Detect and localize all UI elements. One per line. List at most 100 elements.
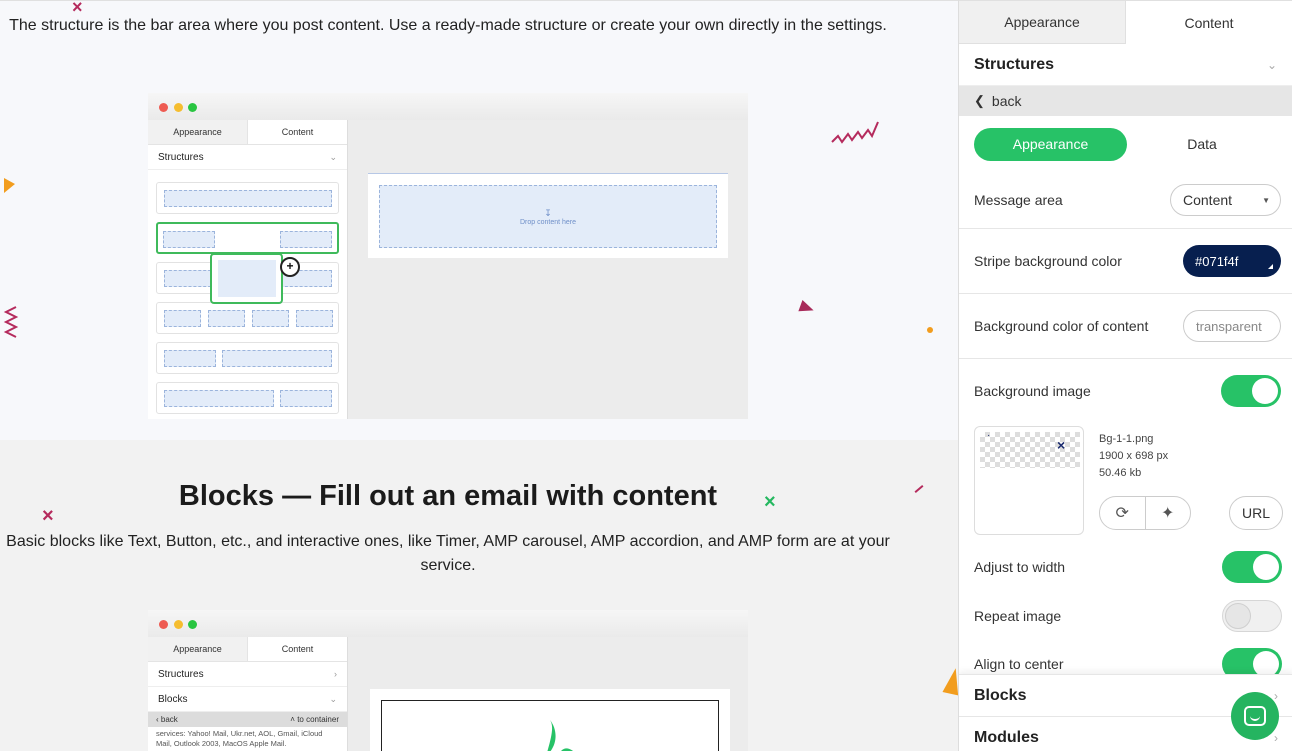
template-cell <box>164 270 216 287</box>
repeat-image-row: Repeat image <box>959 591 1292 640</box>
subtabs: Appearance Data <box>959 116 1292 172</box>
chat-icon <box>1244 706 1266 726</box>
subtab-data[interactable]: Data <box>1127 136 1277 152</box>
close-dot-icon <box>159 103 168 112</box>
confetti-dot-icon <box>927 327 933 333</box>
chat-button[interactable] <box>1231 692 1279 740</box>
blocks-section-title: Blocks <box>974 686 1027 704</box>
settings-panel: Appearance Content Structures ⌄ ❮ back A… <box>958 0 1292 751</box>
mockup-blocks-label: Blocks <box>158 693 188 705</box>
structure-template <box>156 182 339 214</box>
template-cell <box>252 310 289 327</box>
subtab-appearance[interactable]: Appearance <box>974 127 1127 161</box>
template-cell <box>164 310 201 327</box>
mockup-titlebar <box>148 93 748 120</box>
minimize-dot-icon <box>174 620 183 629</box>
mockup-structures-label: Structures <box>158 668 204 680</box>
image-action-buttons: ⟳ ✦ <box>1099 496 1191 530</box>
template-cell <box>208 310 245 327</box>
magic-wand-icon[interactable]: ✦ <box>1146 497 1191 529</box>
template-cell <box>164 350 216 367</box>
content-area: The structure is the bar area where you … <box>0 0 958 751</box>
content-bg-label: Background color of content <box>974 318 1149 334</box>
drop-zone-label: Drop content here <box>519 219 577 226</box>
close-x-icon: × <box>1057 437 1066 453</box>
caret-down-icon: ▼ <box>1262 195 1270 205</box>
chevron-left-icon: ❮ <box>974 93 985 108</box>
image-info: Bg-1-1.png 1900 x 698 px 50.46 kb <box>1099 431 1168 482</box>
structure-template <box>156 302 339 334</box>
mockup-back-row: ‹ back ˄ to container <box>148 712 347 727</box>
mockup-structures-label: Structures <box>158 151 204 163</box>
mockup-to-container: ˄ to container <box>290 715 339 724</box>
back-button[interactable]: ❮ back <box>959 86 1292 116</box>
move-cursor-icon: + <box>280 257 300 277</box>
structures-section-title: Structures <box>974 55 1055 73</box>
chevron-down-icon: ⌄ <box>1266 57 1277 72</box>
adjust-width-label: Adjust to width <box>974 559 1066 575</box>
bg-image-row: Background image <box>959 359 1292 423</box>
structure-template <box>156 342 339 374</box>
url-button[interactable]: URL <box>1229 496 1283 530</box>
chevron-right-icon: › <box>1274 688 1278 703</box>
repeat-image-toggle[interactable] <box>1222 599 1282 632</box>
mockup-titlebar <box>148 610 748 637</box>
stripe-bg-label: Stripe background color <box>974 253 1122 269</box>
mockup-tab-appearance: Appearance <box>148 120 248 144</box>
mockup-email-canvas: ↧ Drop content here <box>368 173 728 258</box>
mockup-sidebar: Appearance Content Structures › Blocks ⌄… <box>148 637 348 751</box>
adjust-width-toggle[interactable] <box>1222 551 1282 583</box>
chevron-right-icon: › <box>334 669 337 679</box>
corner-resize-icon <box>1268 264 1273 269</box>
mockup-email-canvas <box>370 689 730 751</box>
dot-icon: · <box>987 430 991 441</box>
mockup-tabs: Appearance Content <box>148 120 347 145</box>
template-cell <box>280 231 332 248</box>
template-cell <box>296 310 333 327</box>
mockup-tab-content: Content <box>281 644 314 654</box>
tab-appearance[interactable]: Appearance <box>959 1 1126 44</box>
image-name: Bg-1-1.png <box>1099 433 1154 445</box>
drop-zone: ↧ Drop content here <box>379 185 717 248</box>
confetti-x-icon: × <box>72 0 83 17</box>
content-bg-value: transparent <box>1196 318 1262 334</box>
stripe-bg-value: #071f4f <box>1195 253 1239 269</box>
download-icon: ↧ <box>544 208 552 218</box>
content-bg-color-picker[interactable]: transparent <box>1183 310 1281 342</box>
mockup-block-frame <box>381 700 719 751</box>
mockup-back-label: back <box>160 715 178 724</box>
adjust-width-row: Adjust to width <box>959 543 1292 591</box>
confetti-x-icon: × <box>764 491 776 513</box>
repeat-image-label: Repeat image <box>974 607 1062 624</box>
maximize-dot-icon <box>188 103 197 112</box>
bg-image-preview[interactable]: · × <box>974 426 1084 535</box>
blocks-heading: Blocks — Fill out an email with content <box>178 480 718 512</box>
panel-tabs: Appearance Content <box>959 0 1292 44</box>
message-area-select[interactable]: Content ▼ <box>1170 184 1281 216</box>
tab-content[interactable]: Content <box>1126 1 1292 44</box>
bg-image-toggle[interactable] <box>1221 375 1281 407</box>
stripe-bg-row: Stripe background color #071f4f <box>959 229 1292 294</box>
template-cell <box>222 350 332 367</box>
template-cell <box>164 190 332 207</box>
structures-mockup: Appearance Content Structures ⌄ + ↧ Drop… <box>148 93 748 419</box>
mockup-structures-row: Structures › <box>148 662 347 687</box>
mockup-tabs: Appearance Content <box>148 637 347 662</box>
message-area-label: Message area <box>974 192 1063 208</box>
close-dot-icon <box>159 620 168 629</box>
structures-section-header[interactable]: Structures ⌄ <box>959 44 1292 86</box>
blocks-description: Basic blocks like Text, Button, etc., an… <box>6 533 890 574</box>
chevron-right-icon: › <box>1274 730 1278 745</box>
chevron-down-icon: ⌄ <box>329 151 337 162</box>
dragged-structure <box>210 253 283 304</box>
toggle-knob <box>1225 602 1251 629</box>
stripe-bg-color-picker[interactable]: #071f4f <box>1183 245 1281 277</box>
refresh-icon[interactable]: ⟳ <box>1100 497 1146 529</box>
mockup-sidebar: Appearance Content Structures ⌄ + <box>148 120 348 419</box>
chevron-down-icon: ⌄ <box>329 693 337 704</box>
back-label: back <box>991 93 1022 109</box>
minimize-dot-icon <box>174 103 183 112</box>
blocks-mockup: Appearance Content Structures › Blocks ⌄… <box>148 610 748 751</box>
toggle-knob <box>1252 378 1278 404</box>
confetti-squiggle-icon <box>831 121 879 144</box>
